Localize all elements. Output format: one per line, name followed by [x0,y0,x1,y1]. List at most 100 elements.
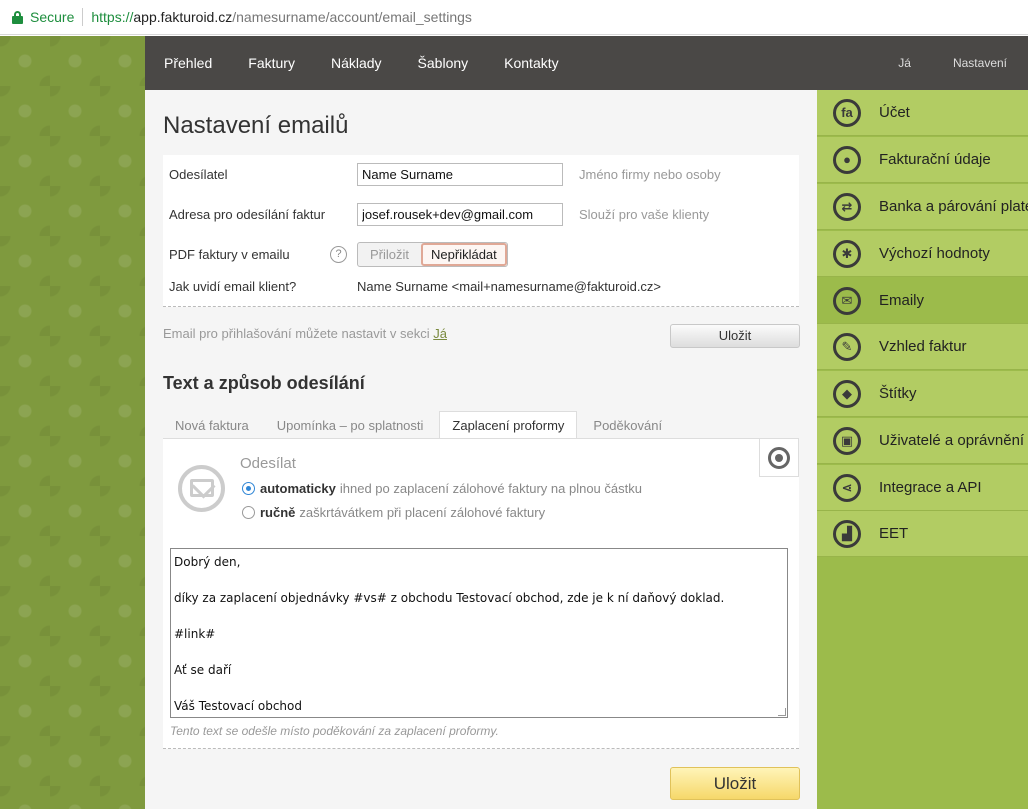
tab-panel: Odesílat automaticky ihned po zaplacení … [163,438,799,749]
nav-right-group: Já Nastavení [877,36,1028,90]
sidebar-item-label: Vzhled faktur [879,338,967,355]
pdf-attach-toggle: Přiložit Nepřikládat [357,242,508,267]
login-email-note: Email pro přihlašování můžete nastavit v… [163,326,447,341]
sidebar-item-ucet[interactable]: fa Účet [817,90,1028,136]
gear-icon: ✱ [833,239,861,268]
email-line: Váš Testovací obchod [174,699,302,713]
brush-icon: ✎ [833,332,861,361]
sidebar-item-vzhled-faktur[interactable]: ✎ Vzhled faktur [817,324,1028,370]
url-path: /namesurname/account/email_settings [232,9,472,25]
url-host: app.fakturoid.cz [133,9,233,25]
sidebar-item-label: Účet [879,104,910,121]
section-title: Text a způsob odesílání [163,373,365,393]
main-content: Nastavení emailů Odesílatel Jméno firmy … [145,90,817,809]
share-icon: ⋖ [833,473,861,502]
email-type-tabs: Nová faktura Upomínka – po splatnosti Za… [163,411,799,439]
tab-upominka[interactable]: Upomínka – po splatnosti [265,413,436,439]
radio-manual[interactable] [242,506,255,519]
top-navigation: Přehled Faktury Náklady Šablony Kontakty… [145,36,1028,90]
lock-icon: ▣ [833,426,861,455]
email-line: #link# [174,627,216,641]
login-note-link[interactable]: Já [433,326,447,341]
sender-row: Odesílatel Jméno firmy nebo osoby [169,163,721,186]
radio-manual-desc: zaškrtávátkem při placení zálohové faktu… [299,505,546,520]
nav-kontakty[interactable]: Kontakty [486,36,576,90]
email-line: Dobrý den, [174,555,241,569]
sender-label: Odesílatel [169,167,228,182]
page-background-pattern [0,36,145,809]
nav-nastaveni[interactable]: Nastavení [932,36,1028,90]
tab-podekovani[interactable]: Poděkování [581,413,674,439]
sidebar-item-label: Integrace a API [879,479,982,496]
preview-button[interactable] [759,439,799,477]
secure-label: Secure [30,9,75,25]
pdf-label: PDF faktury v emailu [169,247,290,262]
sidebar-item-uzivatele[interactable]: ▣ Uživatelé a oprávnění [817,418,1028,464]
pdf-attach-option[interactable]: Přiložit [358,243,421,266]
radio-auto-row[interactable]: automaticky ihned po zaplacení zálohové … [242,481,642,496]
sender-name-input[interactable] [357,163,563,186]
page-title: Nastavení emailů [163,112,349,139]
sync-arrows-icon: ⇄ [833,192,861,221]
eye-icon [768,447,790,469]
sender-settings-form: Odesílatel Jméno firmy nebo osoby Adresa… [163,155,799,307]
sidebar-item-label: Uživatelé a oprávnění [879,432,1025,449]
help-icon[interactable]: ? [330,246,347,263]
sender-hint: Jméno firmy nebo osoby [579,167,721,182]
envelope-icon [178,465,225,512]
settings-sidebar: fa Účet ● Fakturační údaje ⇄ Banka a pár… [817,90,1028,809]
url-protocol: https:// [91,9,134,25]
sidebar-item-vychozi-hodnoty[interactable]: ✱ Výchozí hodnoty [817,231,1028,277]
client-preview-row: Jak uvidí email klient? Name Surname <ma… [169,279,661,294]
radio-auto-desc: ihned po zaplacení zálohové faktury na p… [339,481,642,496]
email-text-note: Tento text se odešle místo poděkování za… [170,724,499,738]
envelope-icon: ✉ [833,286,861,315]
save-sender-button[interactable]: Uložit [670,324,800,348]
nav-faktury[interactable]: Faktury [230,36,313,90]
address-label: Adresa pro odesílání faktur [169,207,326,222]
browser-address-bar[interactable]: Secure https://app.fakturoid.cz/namesurn… [0,0,1028,35]
fa-logo-icon: fa [833,98,861,127]
tab-nova-faktura[interactable]: Nová faktura [163,413,261,439]
save-email-text-button[interactable]: Uložit [670,767,800,800]
sidebar-item-label: Banka a párování plateb [879,198,1028,215]
sidebar-item-emaily[interactable]: ✉ Emaily [817,278,1028,324]
user-icon: ● [833,145,861,174]
radio-auto-bold: automaticky [260,481,336,496]
sidebar-item-banka[interactable]: ⇄ Banka a párování plateb [817,184,1028,230]
address-row: Adresa pro odesílání faktur Slouží pro v… [169,203,709,226]
radio-manual-bold: ručně [260,505,296,520]
login-note-text: Email pro přihlašování můžete nastavit v… [163,326,434,341]
sidebar-item-label: EET [879,525,909,542]
sidebar-item-label: Fakturační údaje [879,151,991,168]
client-preview-label: Jak uvidí email klient? [169,279,297,294]
nav-naklady[interactable]: Náklady [313,36,400,90]
sidebar-item-label: Emaily [879,292,925,309]
pdf-row: PDF faktury v emailu ? Přiložit Nepřiklá… [169,242,508,267]
eet-chart-icon: ▟ [833,519,861,548]
nav-ja[interactable]: Já [877,36,932,90]
email-line: díky za zaplacení objednávky #vs# z obch… [174,591,725,605]
send-mode-title: Odesílat [240,455,296,472]
nav-prehled[interactable]: Přehled [145,36,230,90]
url-divider [82,8,84,26]
sender-email-input[interactable] [357,203,563,226]
tab-zaplaceni-proformy[interactable]: Zaplacení proformy [439,411,578,439]
sidebar-item-label: Štítky [879,385,917,402]
email-line: Ať se daří [174,663,232,677]
nav-sablony[interactable]: Šablony [400,36,487,90]
resize-handle[interactable] [778,708,786,716]
sidebar-item-integrace[interactable]: ⋖ Integrace a API [817,465,1028,511]
pdf-no-attach-option[interactable]: Nepřikládat [421,243,507,266]
radio-manual-row[interactable]: ručně zaškrtávátkem při placení zálohové… [242,505,545,520]
sidebar-item-fakturacni-udaje[interactable]: ● Fakturační údaje [817,137,1028,183]
address-hint: Slouží pro vaše klienty [579,207,710,222]
sidebar-item-stitky[interactable]: ◆ Štítky [817,371,1028,417]
tag-icon: ◆ [833,379,861,408]
lock-icon [12,10,23,24]
email-body-textarea[interactable]: Dobrý den, díky za zaplacení objednávky … [170,548,788,718]
sidebar-item-eet[interactable]: ▟ EET [817,511,1028,557]
radio-auto[interactable] [242,482,255,495]
client-preview-value: Name Surname <mail+namesurname@fakturoid… [357,279,662,294]
sidebar-item-label: Výchozí hodnoty [879,245,990,262]
